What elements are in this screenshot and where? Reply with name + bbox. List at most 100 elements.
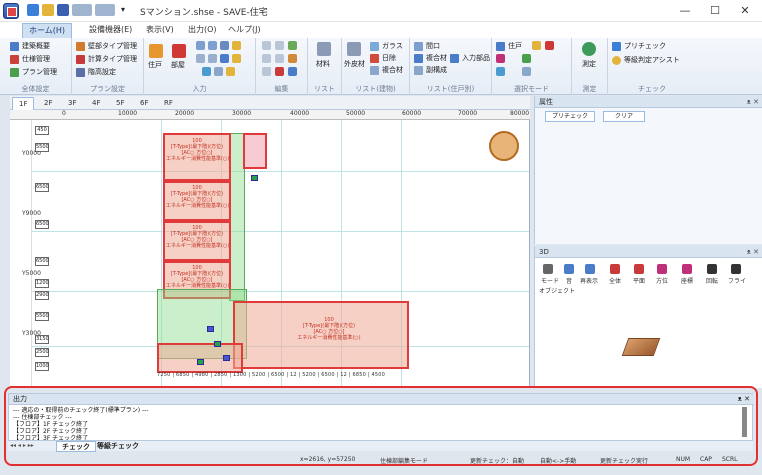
beam-tool-icon[interactable]	[214, 67, 223, 76]
eave-tool-icon[interactable]	[232, 54, 241, 63]
fly-icon[interactable]	[731, 264, 741, 274]
plan-manage-button[interactable]: プラン管理	[10, 67, 57, 78]
tab-nav-arrows-icon[interactable]: ◂◂ ◂ ▸ ▸▸	[10, 442, 34, 449]
coordinate-icon[interactable]	[682, 264, 692, 274]
unit-room[interactable]	[157, 343, 243, 373]
tab-output[interactable]: 出力(O)	[182, 23, 223, 38]
save-disk-icon[interactable]	[57, 4, 69, 16]
panel-close-icon[interactable]: ᴥ ✕	[747, 246, 759, 258]
wall-type-button[interactable]: 壁部タイプ管理	[76, 41, 137, 52]
panel-close-icon[interactable]: ᴥ ✕	[738, 394, 750, 405]
floor-height-button[interactable]: 階高設定	[76, 67, 116, 78]
dim-box: 6500	[35, 220, 49, 229]
output-scrollbar[interactable]	[742, 407, 747, 437]
marker-icon[interactable]	[223, 355, 230, 361]
balcony-tool-icon[interactable]	[220, 54, 229, 63]
wall-tool-icon[interactable]	[220, 41, 229, 50]
select-roof-icon[interactable]	[496, 67, 505, 76]
door-tool-icon[interactable]	[208, 41, 217, 50]
shade-button[interactable]: 日除	[370, 53, 396, 64]
input-parts-button[interactable]: 入力部品	[450, 53, 490, 64]
floor-tab-5f[interactable]: 5F	[110, 97, 130, 110]
plan-canvas[interactable]: 100 [T-Type](最下階)(方位) [AC○ 方位○] エネルギー消費性能基準…	[10, 110, 530, 388]
open-folder-icon[interactable]	[42, 4, 54, 16]
delete-icon[interactable]	[275, 67, 284, 76]
slab-tool-icon[interactable]	[226, 67, 235, 76]
tab-help[interactable]: ヘルプ(J)	[222, 23, 267, 38]
marker-icon[interactable]	[197, 359, 204, 365]
rotate-view-icon[interactable]	[707, 264, 717, 274]
floor-tab-3f[interactable]: 3F	[62, 97, 82, 110]
maximize-button[interactable]: ☐	[700, 2, 730, 20]
tab-check[interactable]: チェック	[56, 441, 96, 452]
glass-button[interactable]: ガラス	[370, 41, 403, 52]
group-edit-icon[interactable]	[262, 67, 271, 76]
floor-tab-1f[interactable]: 1F	[12, 97, 35, 110]
clear-button[interactable]: クリア	[603, 111, 645, 122]
window-tool-icon[interactable]	[196, 41, 205, 50]
copy-icon[interactable]	[262, 41, 271, 50]
move-icon[interactable]	[288, 41, 297, 50]
grade-assist-button[interactable]: 等級判定アシスト	[612, 55, 680, 66]
unit-icon[interactable]	[149, 44, 163, 58]
frontage-button[interactable]: 間口	[414, 41, 440, 52]
select-icon[interactable]	[288, 67, 297, 76]
floor-tool-icon[interactable]	[196, 54, 205, 63]
roof-tool-icon[interactable]	[208, 54, 217, 63]
close-button[interactable]: ✕	[730, 2, 760, 20]
whole-view-icon[interactable]	[610, 264, 620, 274]
compass-icon[interactable]	[489, 131, 519, 161]
precheck-button[interactable]: プリチェック	[612, 41, 666, 52]
floor-tab-6f[interactable]: 6F	[134, 97, 154, 110]
composite-button[interactable]: 複合材	[370, 65, 403, 76]
mode-icon[interactable]	[543, 264, 553, 274]
undo-icon[interactable]	[72, 4, 92, 16]
stair-core[interactable]	[243, 133, 267, 169]
mirror-icon[interactable]	[275, 54, 284, 63]
rotate-icon[interactable]	[262, 54, 271, 63]
measure-icon[interactable]	[582, 42, 596, 56]
app-menu-icon[interactable]	[3, 3, 19, 19]
select-room-icon[interactable]	[532, 41, 541, 50]
select-all-icon[interactable]	[522, 67, 531, 76]
auto-manual-toggle[interactable]: 自動<->手動	[540, 456, 576, 465]
floor-tab-4f[interactable]: 4F	[86, 97, 106, 110]
direction-icon[interactable]	[657, 264, 667, 274]
tab-view[interactable]: 表示(V)	[140, 23, 180, 38]
spec-manage-button[interactable]: 仕様管理	[10, 54, 50, 65]
new-file-icon[interactable]	[27, 4, 39, 16]
select-wall-icon[interactable]	[496, 54, 505, 63]
pen-icon[interactable]	[288, 54, 297, 63]
unit-composite-button[interactable]: 複合材	[414, 53, 447, 64]
marker-icon[interactable]	[207, 326, 214, 332]
envelope-icon[interactable]	[347, 42, 361, 56]
run-check-button[interactable]: 更新チェック実行	[600, 456, 648, 465]
select-opening-icon[interactable]	[545, 41, 554, 50]
select-floor-icon[interactable]	[522, 54, 531, 63]
room-icon[interactable]	[172, 44, 186, 58]
column-tool-icon[interactable]	[202, 67, 211, 76]
marker-icon[interactable]	[251, 175, 258, 181]
precheck-property-button[interactable]: プリチェック	[545, 111, 595, 122]
marker-icon[interactable]	[214, 341, 221, 347]
tab-grade-check[interactable]: 等級チェック	[92, 441, 144, 452]
minimize-button[interactable]: —	[670, 2, 700, 20]
3d-model-preview[interactable]	[621, 338, 661, 356]
panel-close-icon[interactable]: ᴥ ✕	[747, 96, 759, 108]
material-icon[interactable]	[317, 42, 331, 56]
floor-tab-2f[interactable]: 2F	[38, 97, 58, 110]
tab-home[interactable]: ホーム(H)	[22, 23, 73, 38]
calc-type-button[interactable]: 計算タイプ管理	[76, 54, 137, 65]
select-unit-button[interactable]: 住戸	[496, 41, 522, 52]
redo-icon[interactable]	[95, 4, 115, 16]
stair-tool-icon[interactable]	[232, 41, 241, 50]
paste-icon[interactable]	[275, 41, 284, 50]
tab-equipment[interactable]: 設備機器(E)	[83, 23, 138, 38]
floor-tab-rf[interactable]: RF	[158, 97, 179, 110]
redraw-icon[interactable]	[585, 264, 595, 274]
sub-composition-button[interactable]: 副構成	[414, 65, 447, 76]
qat-dropdown-icon[interactable]: ▾	[121, 4, 129, 16]
plan-view-icon[interactable]	[634, 264, 644, 274]
building-overview-button[interactable]: 建築概要	[10, 41, 50, 52]
sound-icon[interactable]	[564, 264, 574, 274]
